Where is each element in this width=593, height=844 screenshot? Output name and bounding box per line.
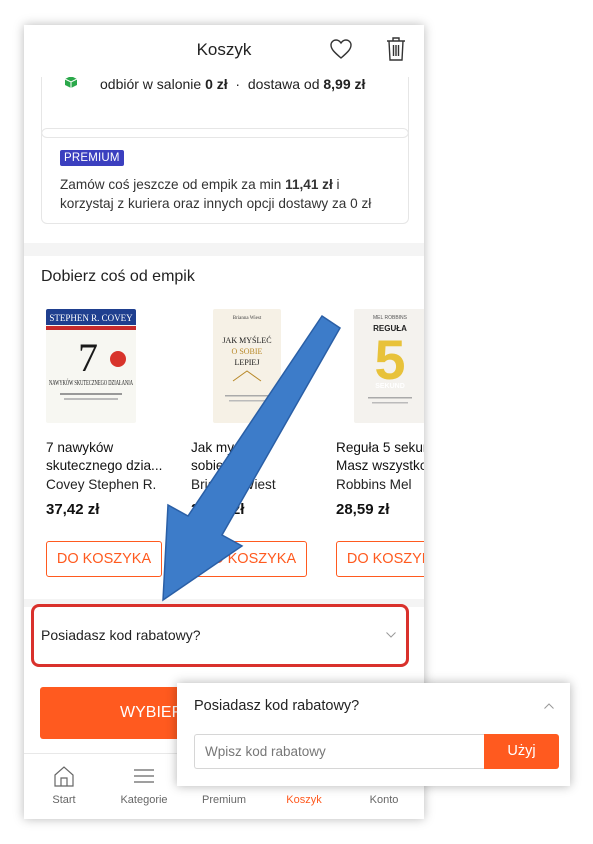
cover-title: NAWYKÓW SKUTECZNEGO DZIAŁANIA <box>49 379 133 387</box>
add-to-cart-button[interactable]: DO KOSZYKA <box>336 541 424 577</box>
chevron-down-icon <box>386 632 396 638</box>
product-price: 28,59 zł <box>191 501 245 518</box>
tab-label: Kategorie <box>120 794 168 806</box>
cover-author: Brianna Wiest <box>233 316 262 321</box>
product-title-line2: skutecznego dzia... <box>46 458 163 473</box>
book-cover-image[interactable]: Brianna Wiest JAK MYŚLEĆ O SOBIE LEPIEJ <box>213 309 281 423</box>
list-icon <box>134 769 154 783</box>
premium-text-before: Zamów coś jeszcze od empik za min <box>60 177 286 192</box>
cover-number: 7 <box>78 335 98 380</box>
tab-start[interactable]: Start <box>24 754 104 819</box>
coupon-popup: Posiadasz kod rabatowy? Wpisz kod rabato… <box>177 683 570 786</box>
premium-message: Zamów coś jeszcze od empik za min 11,41 … <box>60 175 380 213</box>
product-title-line2: sobie lepiej <box>191 458 260 473</box>
app-header: Koszyk <box>24 25 424 77</box>
recommendations-title: Dobierz coś od empik <box>41 268 195 285</box>
pickup-text: odbiór w salonie <box>100 76 202 92</box>
coupon-toggle[interactable]: Posiadasz kod rabatowy? <box>31 604 409 667</box>
product-title: 7 nawyków skutecznego dzia... <box>46 439 166 475</box>
add-to-cart-button[interactable]: DO KOSZYKA <box>46 541 162 577</box>
cover-author: MEL ROBBINS <box>373 315 408 321</box>
tab-label: Start <box>52 794 76 806</box>
cover-number: 5 <box>374 328 405 391</box>
product-title-line1: 7 nawyków <box>46 440 114 455</box>
cover-title-3: LEPIEJ <box>235 358 260 367</box>
coupon-label: Posiadasz kod rabatowy? <box>41 627 201 643</box>
product-title: Reguła 5 sekund Masz wszystko <box>336 439 424 475</box>
trash-icon[interactable] <box>385 36 407 62</box>
chevron-up-icon[interactable] <box>544 703 554 709</box>
tab-label: Konto <box>369 794 399 806</box>
cover-author: STEPHEN R. COVEY <box>49 313 133 323</box>
book-cover-image[interactable]: MEL ROBBINS REGUŁA 5 SEKUND <box>354 309 424 423</box>
cover-title-2: O SOBIE <box>232 347 263 356</box>
add-to-cart-button[interactable]: DO KOSZYKA <box>191 541 307 577</box>
popup-title[interactable]: Posiadasz kod rabatowy? <box>194 698 359 714</box>
shipping-price: 8,99 zł <box>323 76 366 92</box>
heart-icon[interactable] <box>329 37 353 61</box>
shipping-text: dostawa od <box>247 76 320 92</box>
cover-title-2: SEKUND <box>375 383 405 390</box>
home-icon <box>54 766 74 787</box>
product-author: Brianna Wiest <box>191 477 276 492</box>
section-divider <box>24 243 424 256</box>
cover-title-1: JAK MYŚLEĆ <box>222 335 271 345</box>
product-price: 37,42 zł <box>46 501 100 518</box>
product-author: Covey Stephen R. <box>46 477 157 492</box>
package-icon <box>64 76 78 88</box>
tab-kategorie[interactable]: Kategorie <box>104 754 184 819</box>
product-title-line1: Jak myśleć o <box>191 440 270 455</box>
tab-label: Koszyk <box>286 794 322 806</box>
product-author: Robbins Mel <box>336 477 412 492</box>
delivery-text: odbiór w salonie 0 zł · dostawa od 8,99 … <box>100 76 365 92</box>
premium-badge: PREMIUM <box>60 150 124 166</box>
product-title: Jak myśleć o sobie lepiej <box>191 439 311 475</box>
premium-amount: 11,41 zł <box>285 177 333 192</box>
page-title: Koszyk <box>196 40 252 59</box>
pickup-price: 0 zł <box>205 76 228 92</box>
product-title-line2: Masz wszystko <box>336 458 424 473</box>
tab-label: Premium <box>201 794 246 806</box>
apply-coupon-button[interactable]: Użyj <box>484 734 559 769</box>
product-title-line1: Reguła 5 sekund <box>336 440 424 455</box>
product-price: 28,59 zł <box>336 501 390 518</box>
separator: · <box>235 76 241 92</box>
premium-promo-box: PREMIUM Zamów coś jeszcze od empik za mi… <box>41 128 409 224</box>
book-cover-image[interactable]: STEPHEN R. COVEY 7 NAWYKÓW SKUTECZNEGO D… <box>46 309 136 423</box>
coupon-code-input[interactable]: Wpisz kod rabatowy <box>194 734 484 769</box>
